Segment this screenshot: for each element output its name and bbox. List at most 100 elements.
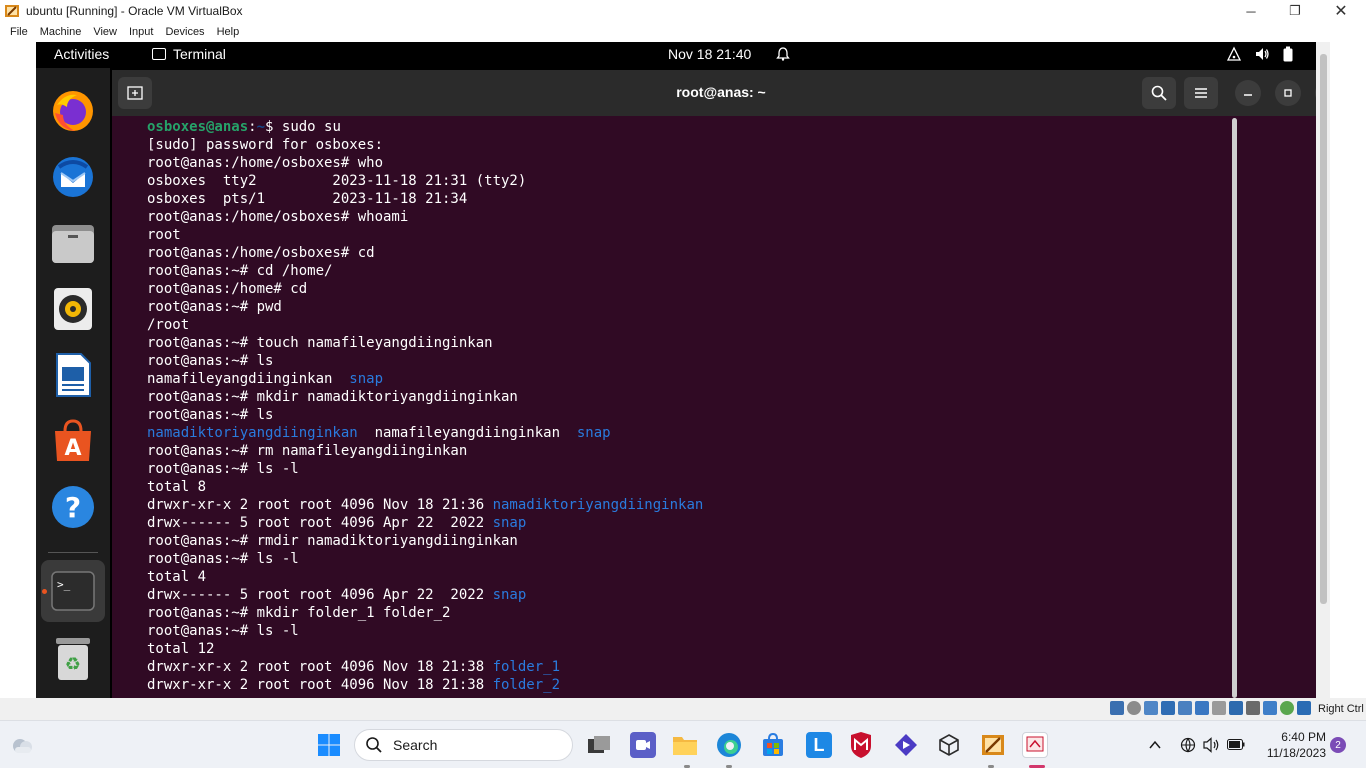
usb-icon[interactable] [1178, 701, 1192, 715]
terminal-maximize-button[interactable] [1275, 80, 1301, 106]
libreoffice-writer-icon[interactable] [50, 352, 96, 398]
thunderbird-icon[interactable] [50, 154, 96, 200]
terminal-line: root@anas:~# mkdir namadiktoriyangdiingi… [147, 388, 1312, 406]
rhythmbox-icon[interactable] [50, 286, 96, 332]
mcafee-icon[interactable] [848, 732, 874, 758]
terminal-line: root@anas:~# rmdir namadiktoriyangdiingi… [147, 532, 1312, 550]
mouse-integration-icon[interactable] [1263, 701, 1277, 715]
terminal-text: root [147, 227, 181, 243]
vbox-statusbar: Right Ctrl [0, 698, 1366, 720]
snipping-tool-icon[interactable] [1022, 732, 1048, 758]
terminal-line: osboxes@anas:~$ sudo su [147, 118, 1312, 136]
trash-icon[interactable]: ♻ [50, 636, 96, 682]
vbox-menubar: File Machine View Input Devices Help [0, 22, 1366, 42]
terminal-text: drwx------ 5 root root 4096 Apr 22 2022 [147, 515, 493, 531]
app-menu[interactable]: Terminal [152, 46, 226, 62]
menu-input[interactable]: Input [123, 26, 159, 38]
network-adapter-icon[interactable] [1161, 701, 1175, 715]
firefox-icon[interactable] [50, 88, 96, 134]
terminal-line: root@anas:~# rm namafileyangdiinginkan [147, 442, 1312, 460]
terminal-text: /root [147, 317, 190, 333]
menu-devices[interactable]: Devices [159, 26, 210, 38]
menu-view[interactable]: View [87, 26, 123, 38]
terminal-output[interactable]: osboxes@anas:~$ sudo su [sudo] password f… [112, 118, 1312, 698]
terminal-text: root@anas:~# mkdir namadiktoriyangdiingi… [147, 389, 518, 405]
terminal-icon[interactable]: >_ [50, 568, 96, 614]
edge-browser-icon[interactable] [716, 732, 742, 758]
video-editor-icon[interactable] [893, 732, 919, 758]
search-button[interactable] [1142, 77, 1176, 109]
chevron-up-icon[interactable] [1148, 738, 1162, 752]
terminal-text: osboxes@anas [147, 119, 249, 135]
language-globe-icon[interactable] [1180, 737, 1196, 753]
terminal-text: root@anas:~# cd /home/ [147, 263, 333, 279]
ubuntu-dock: A ? >_ ♻ [36, 68, 110, 698]
cpu-icon[interactable] [1246, 701, 1260, 715]
terminal-minimize-button[interactable] [1235, 80, 1261, 106]
terminal-line: root@anas:~# touch namafileyangdiinginka… [147, 334, 1312, 352]
taskbar-clock[interactable]: 6:40 PM 11/18/2023 [1256, 729, 1326, 761]
battery-icon[interactable] [1227, 739, 1245, 750]
hard-disk-icon[interactable] [1110, 701, 1124, 715]
terminal-text: root@anas:~# rmdir namadiktoriyangdiingi… [147, 533, 518, 549]
terminal-line: root@anas:~# ls [147, 352, 1312, 370]
files-icon[interactable] [50, 220, 96, 266]
minimize-button[interactable]: ─ [1228, 0, 1274, 22]
display-icon[interactable] [1212, 701, 1226, 715]
start-button[interactable] [316, 732, 342, 758]
speaker-icon[interactable] [1203, 737, 1221, 753]
terminal-line: osboxes pts/1 2023-11-18 21:34 [147, 190, 1312, 208]
3d-cube-icon[interactable] [936, 732, 962, 758]
terminal-scrollbar[interactable] [1232, 118, 1237, 698]
terminal-line: root@anas:~# cd /home/ [147, 262, 1312, 280]
weather-icon[interactable] [10, 734, 34, 756]
ubuntu-software-icon[interactable]: A [50, 418, 96, 464]
launcher-l-icon[interactable]: L [806, 732, 832, 758]
activities-button[interactable]: Activities [54, 46, 109, 62]
gnome-clock[interactable]: Nov 18 21:40 [668, 46, 751, 62]
directory-name: snap [492, 515, 527, 531]
menu-file[interactable]: File [4, 26, 34, 38]
system-tray[interactable] [1226, 46, 1294, 62]
terminal-line: root [147, 226, 1312, 244]
notification-badge[interactable]: 2 [1330, 737, 1346, 753]
keyboard-capture-icon[interactable] [1297, 701, 1311, 715]
teams-chat-icon[interactable] [630, 732, 656, 758]
directory-name: namadiktoriyangdiinginkan [492, 497, 704, 513]
terminal-text: root@anas:/home/osboxes# who [147, 155, 384, 171]
terminal-line: root@anas:~# pwd [147, 298, 1312, 316]
close-button[interactable]: ✕ [1318, 0, 1364, 22]
menu-machine[interactable]: Machine [34, 26, 88, 38]
help-icon[interactable]: ? [50, 484, 96, 530]
audio-icon[interactable] [1144, 701, 1158, 715]
terminal-line: root@anas:/home/osboxes# cd [147, 244, 1312, 262]
microsoft-store-icon[interactable] [760, 732, 786, 758]
vbox-vertical-scrollbar[interactable] [1316, 42, 1330, 698]
recording-icon[interactable] [1229, 701, 1243, 715]
volume-icon [1256, 48, 1269, 60]
terminal-text: osboxes pts/1 2023-11-18 21:34 [147, 191, 468, 207]
terminal-line: drwx------ 5 root root 4096 Apr 22 2022 … [147, 514, 1312, 532]
directory-name: snap [576, 425, 611, 441]
terminal-text: root@anas:/home/osboxes# whoami [147, 209, 409, 225]
virtualbox-taskbar-icon[interactable] [980, 732, 1006, 758]
restore-button[interactable]: ❐ [1272, 0, 1318, 22]
terminal-line: osboxes tty2 2023-11-18 21:31 (tty2) [147, 172, 1312, 190]
terminal-text: drwxr-xr-x 2 root root 4096 Nov 18 21:36 [147, 497, 493, 513]
menu-help[interactable]: Help [211, 26, 246, 38]
terminal-text: namafileyangdiinginkan [357, 425, 577, 441]
terminal-text: root@anas:~# ls -l [147, 461, 299, 477]
windows-logo-icon [318, 734, 340, 756]
terminal-line: drwxr-xr-x 2 root root 4096 Nov 18 21:38… [147, 658, 1312, 676]
task-view-icon[interactable] [586, 732, 612, 758]
file-explorer-icon[interactable] [672, 732, 698, 758]
taskbar-search[interactable]: Search [354, 729, 573, 761]
vbox-scroll-thumb[interactable] [1320, 54, 1327, 604]
hamburger-menu-button[interactable] [1184, 77, 1218, 109]
guest-additions-icon[interactable] [1280, 701, 1294, 715]
terminal-text: drwx------ 5 root root 4096 Apr 22 2022 [147, 587, 493, 603]
shared-folders-icon[interactable] [1195, 701, 1209, 715]
vbox-status-icons [1110, 701, 1311, 715]
terminal-line: root@anas:/home/osboxes# whoami [147, 208, 1312, 226]
optical-drive-icon[interactable] [1127, 701, 1141, 715]
